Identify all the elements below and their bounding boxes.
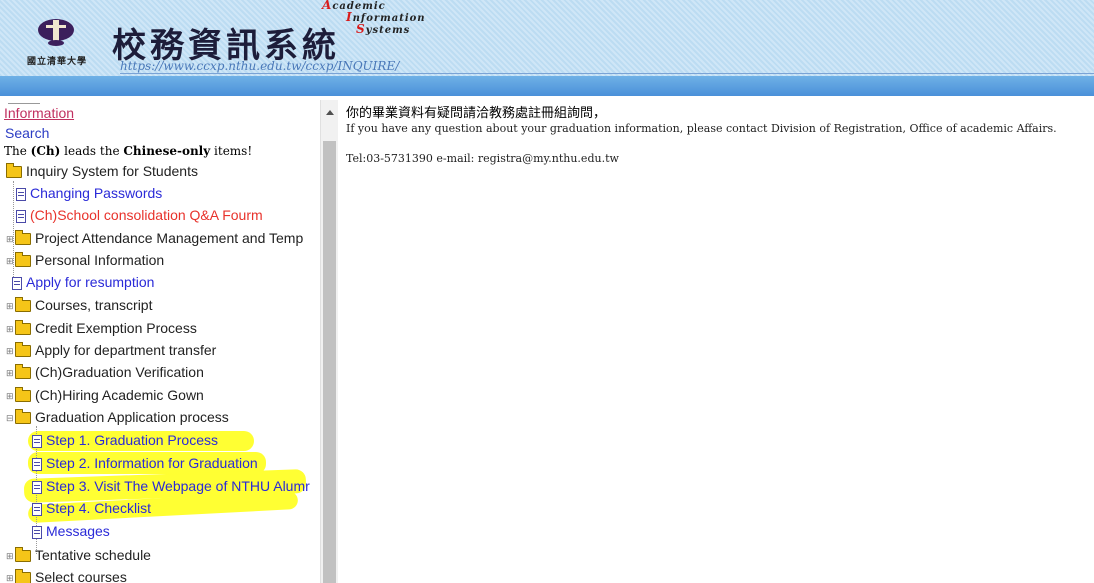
collapse-icon[interactable]: ⊟ bbox=[6, 407, 14, 429]
expand-icon[interactable]: ⊞ bbox=[6, 295, 14, 317]
expand-icon[interactable]: ⊞ bbox=[6, 340, 14, 362]
folder-icon bbox=[15, 342, 31, 358]
tree-item-credit-exemption[interactable]: ⊞ Credit Exemption Process bbox=[6, 317, 197, 339]
graduation-contact-cn: 你的畢業資料有疑問請洽教務處註冊組詢問， bbox=[346, 105, 607, 120]
expand-icon[interactable]: ⊞ bbox=[6, 228, 14, 250]
document-icon bbox=[32, 525, 42, 539]
university-emblem-icon bbox=[38, 19, 74, 46]
tree-item-select-courses[interactable]: ⊞ Select courses bbox=[6, 566, 127, 583]
folder-icon bbox=[15, 387, 31, 403]
graduation-contact-en: If you have any question about your grad… bbox=[346, 122, 1057, 135]
open-folder-icon bbox=[6, 163, 22, 179]
tree-item-academic-gown[interactable]: ⊞ (Ch)Hiring Academic Gown bbox=[6, 384, 204, 406]
folder-icon bbox=[15, 297, 31, 313]
university-name: 國立清華大學 bbox=[26, 57, 87, 67]
information-link[interactable]: Information bbox=[4, 105, 74, 121]
tree-item-personal-information[interactable]: ⊞ Personal Information bbox=[6, 249, 164, 271]
tree-item-step1[interactable]: Step 1. Graduation Process bbox=[32, 429, 218, 451]
expand-icon[interactable]: ⊞ bbox=[6, 385, 14, 407]
sidebar-scrollbar[interactable] bbox=[320, 100, 338, 583]
document-icon bbox=[16, 209, 26, 223]
tree-item-step3[interactable]: Step 3. Visit The Webpage of NTHU Alumr bbox=[32, 475, 310, 497]
contact-tel-email: Tel:03-5731390 e-mail: registra@my.nthu.… bbox=[346, 152, 619, 165]
tree-item-courses-transcript[interactable]: ⊞ Courses, transcript bbox=[6, 294, 152, 316]
tree-item-tentative-schedule[interactable]: ⊞ Tentative schedule bbox=[6, 544, 151, 566]
tree-item-changing-passwords[interactable]: Changing Passwords bbox=[16, 182, 162, 204]
tree-item-apply-resumption[interactable]: Apply for resumption bbox=[12, 271, 154, 293]
header-banner: 國立清華大學 校務資訊系統 Academic Information Syste… bbox=[0, 0, 1094, 96]
expand-icon[interactable]: ⊞ bbox=[6, 318, 14, 340]
folder-icon bbox=[15, 252, 31, 268]
open-folder-icon bbox=[15, 409, 31, 425]
tree-item-inquiry-system[interactable]: Inquiry System for Students bbox=[6, 160, 198, 182]
tree-item-department-transfer[interactable]: ⊞ Apply for department transfer bbox=[6, 339, 216, 361]
scroll-up-icon[interactable] bbox=[326, 110, 334, 115]
system-url: https://www.ccxp.nthu.edu.tw/ccxp/INQUIR… bbox=[120, 59, 400, 73]
tree-item-messages[interactable]: Messages bbox=[32, 520, 110, 542]
header-band bbox=[0, 76, 1094, 96]
document-icon bbox=[32, 502, 42, 516]
expand-icon[interactable]: ⊞ bbox=[6, 545, 14, 567]
tree-item-step2[interactable]: Step 2. Information for Graduation bbox=[32, 452, 258, 474]
folder-icon bbox=[15, 364, 31, 380]
main-content: 你的畢業資料有疑問請洽教務處註冊組詢問， If you have any que… bbox=[346, 104, 1094, 166]
sidebar-tree: Information Search The (Ch) leads the Ch… bbox=[0, 100, 320, 583]
tree-item-graduation-application[interactable]: ⊟ Graduation Application process bbox=[6, 406, 229, 428]
document-icon bbox=[32, 434, 42, 448]
expand-icon[interactable]: ⊞ bbox=[6, 567, 14, 583]
folder-icon bbox=[15, 230, 31, 246]
tree-item-project-attendance[interactable]: ⊞ Project Attendance Management and Temp bbox=[6, 227, 303, 249]
url-underline bbox=[120, 73, 1094, 74]
system-title-en: Academic Information Systems bbox=[322, 0, 426, 36]
document-icon bbox=[16, 187, 26, 201]
document-icon bbox=[32, 480, 42, 494]
tree-item-consolidation-forum[interactable]: (Ch)School consolidation Q&A Fourm bbox=[16, 204, 263, 226]
tree-item-step4[interactable]: Step 4. Checklist bbox=[32, 497, 151, 519]
document-icon bbox=[12, 276, 22, 290]
folder-icon bbox=[15, 320, 31, 336]
expand-icon[interactable]: ⊞ bbox=[6, 250, 14, 272]
expand-icon[interactable]: ⊞ bbox=[6, 362, 14, 384]
folder-icon bbox=[15, 569, 31, 583]
chinese-only-note: The (Ch) leads the Chinese-only items! bbox=[4, 144, 253, 158]
folder-icon bbox=[15, 547, 31, 563]
scrollbar-thumb[interactable] bbox=[323, 141, 336, 583]
document-icon bbox=[32, 457, 42, 471]
system-title-en-1-rest: cademic bbox=[332, 1, 386, 12]
search-link[interactable]: Search bbox=[5, 125, 49, 141]
university-logo: 國立清華大學 bbox=[16, 16, 98, 72]
tree-item-graduation-verification[interactable]: ⊞ (Ch)Graduation Verification bbox=[6, 361, 204, 383]
